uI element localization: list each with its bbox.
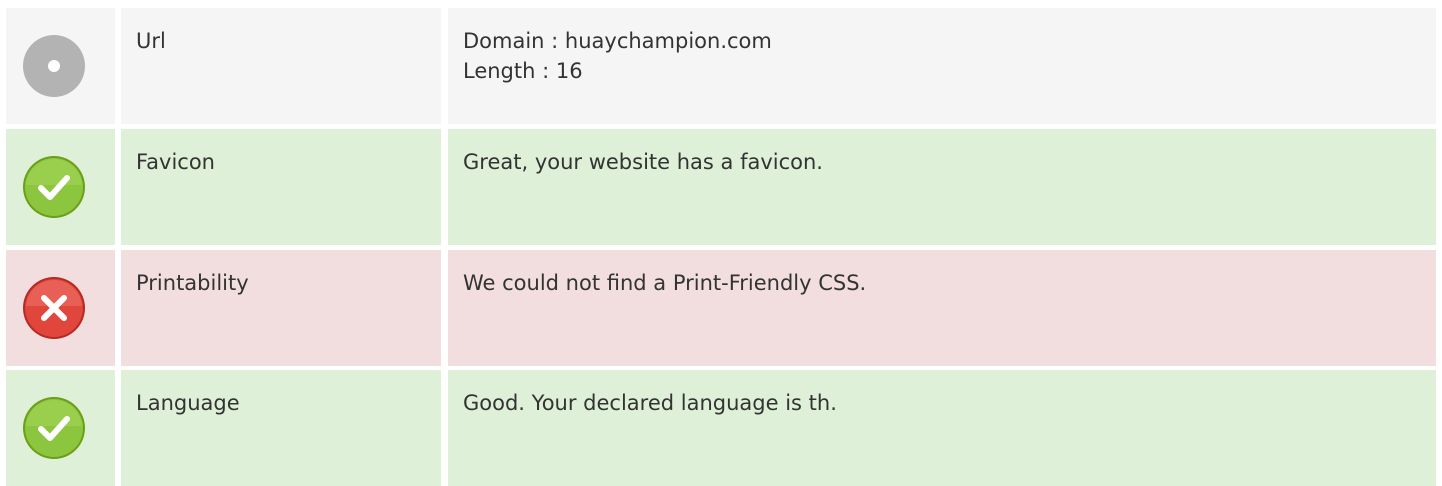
- result-label-cell: Url: [121, 8, 441, 124]
- result-row-language: Language Good. Your declared language is…: [0, 370, 1442, 486]
- result-value-line: Length : 16: [463, 59, 583, 83]
- result-label: Url: [136, 29, 166, 53]
- status-icon-cell: [6, 8, 115, 124]
- status-icon-cell: [6, 370, 115, 486]
- result-label: Printability: [136, 271, 249, 295]
- result-value-line: Great, your website has a favicon.: [463, 150, 823, 174]
- status-icon-cell: [6, 250, 115, 366]
- result-label: Favicon: [136, 150, 215, 174]
- result-row-url: Url Domain : huaychampion.com Length : 1…: [0, 8, 1442, 124]
- result-row-favicon: Favicon Great, your website has a favico…: [0, 129, 1442, 245]
- result-value-cell: Good. Your declared language is th.: [448, 370, 1436, 486]
- status-icon-cell: [6, 129, 115, 245]
- result-value-cell: Great, your website has a favicon.: [448, 129, 1436, 245]
- result-label: Language: [136, 391, 240, 415]
- neutral-dot-icon: [22, 34, 86, 98]
- result-value-line: Good. Your declared language is th.: [463, 391, 837, 415]
- result-label-cell: Language: [121, 370, 441, 486]
- result-value-cell: We could not find a Print-Friendly CSS.: [448, 250, 1436, 366]
- check-circle-icon: [22, 396, 86, 460]
- result-value-cell: Domain : huaychampion.com Length : 16: [448, 8, 1436, 124]
- error-circle-icon: [22, 276, 86, 340]
- result-value-line: We could not find a Print-Friendly CSS.: [463, 271, 867, 295]
- check-circle-icon: [22, 155, 86, 219]
- result-row-printability: Printability We could not find a Print-F…: [0, 250, 1442, 366]
- result-label-cell: Printability: [121, 250, 441, 366]
- result-value-line: Domain : huaychampion.com: [463, 29, 772, 53]
- result-label-cell: Favicon: [121, 129, 441, 245]
